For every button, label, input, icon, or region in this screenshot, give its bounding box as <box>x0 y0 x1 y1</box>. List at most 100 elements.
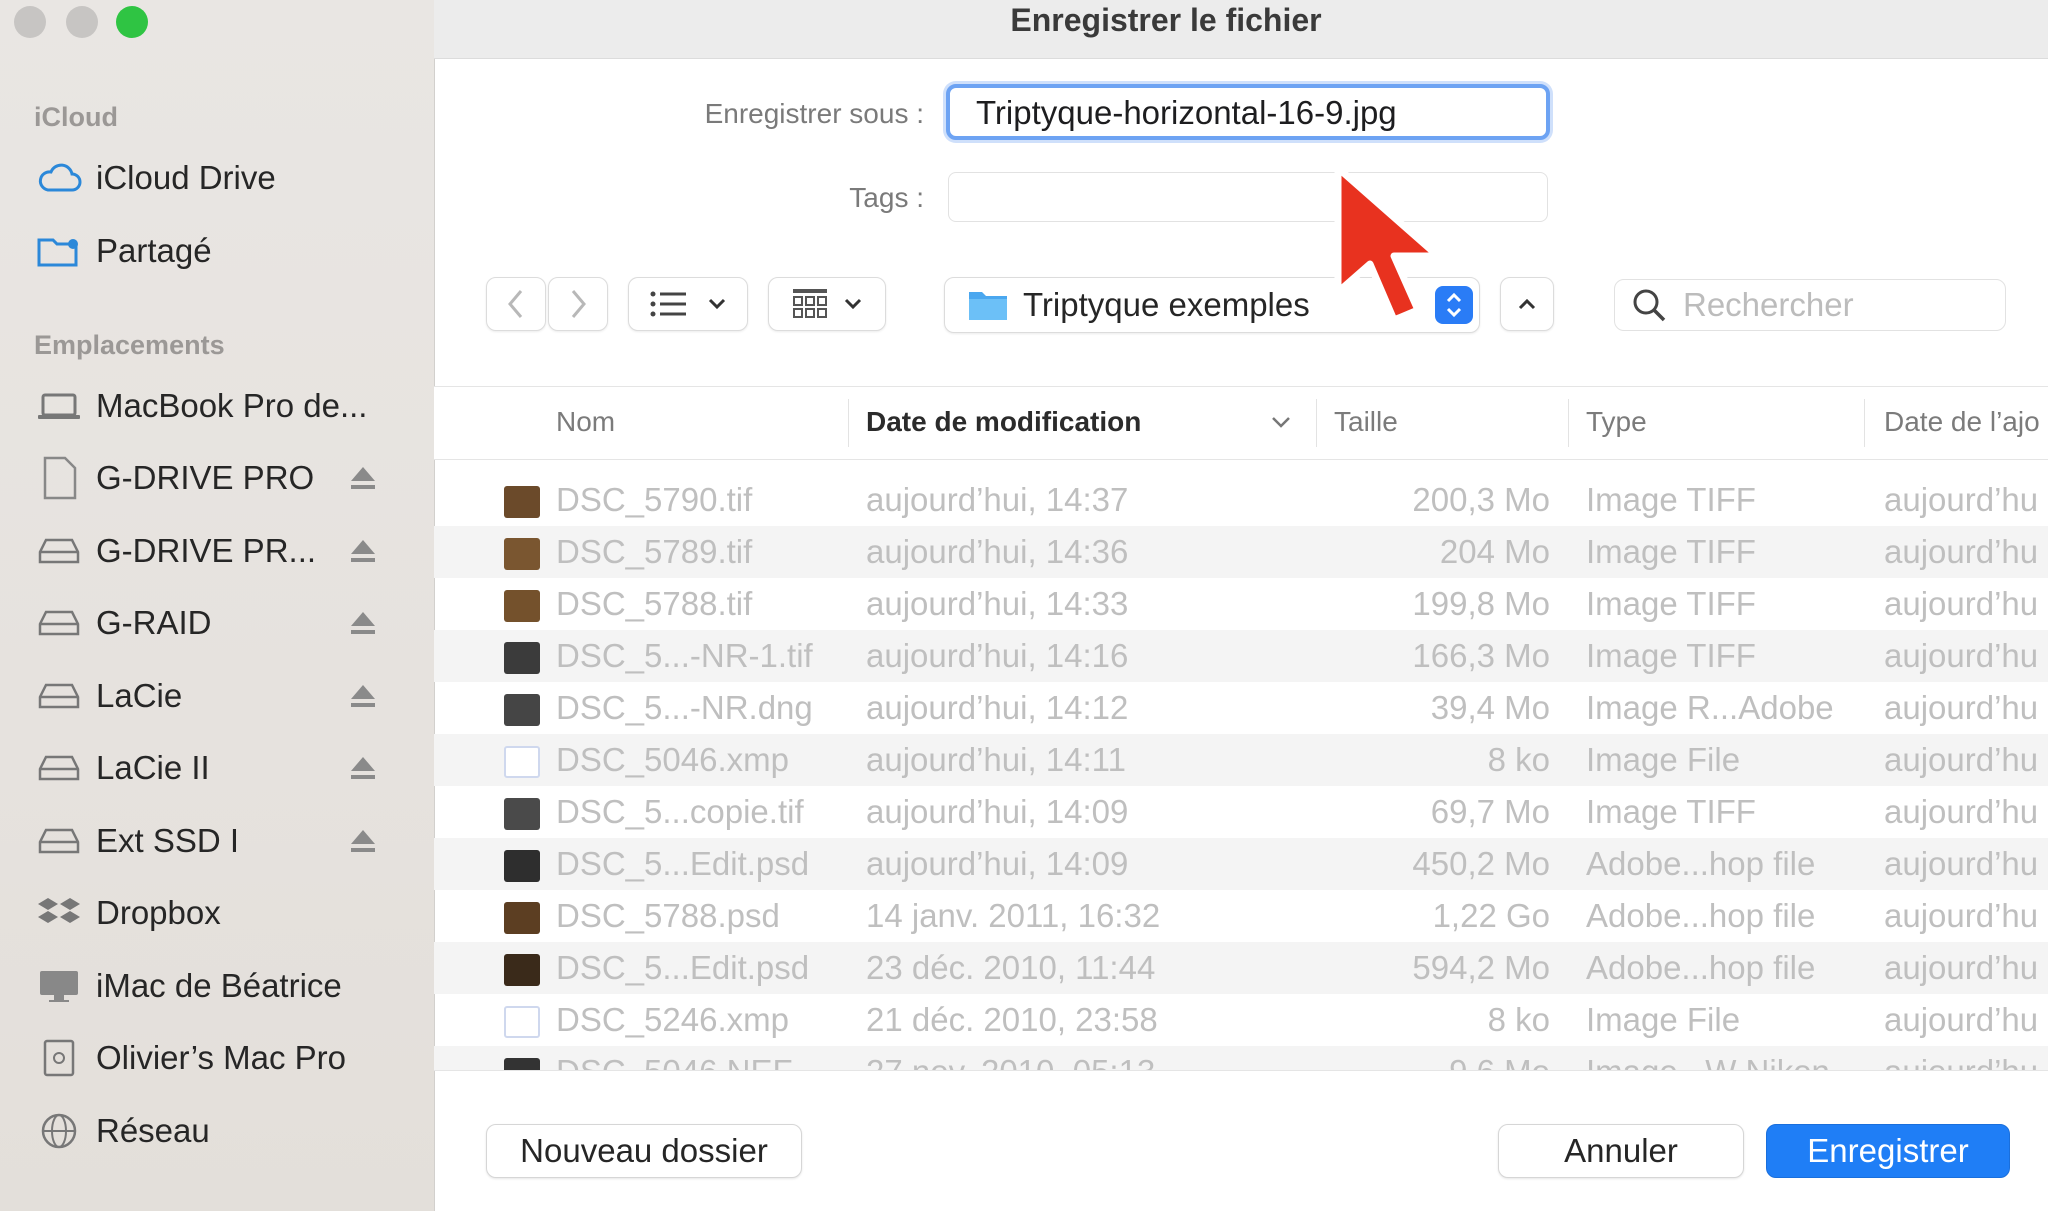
sidebar-section-emplacements: Emplacements <box>34 330 225 360</box>
file-name: DSC_5246.xmp <box>556 1001 789 1038</box>
column-header-date-modification[interactable]: Date de modification <box>866 387 1141 459</box>
column-divider[interactable] <box>1316 399 1317 447</box>
sidebar-item-icloud-drive[interactable]: iCloud Drive <box>34 153 394 203</box>
collapse-button[interactable] <box>1500 277 1554 331</box>
file-size: 199,8 Mo <box>1412 585 1550 622</box>
minimize-window-button[interactable] <box>66 6 98 38</box>
file-size: 9,6 Mo <box>1334 1046 1550 1070</box>
sidebar-item-g-drive-pr[interactable]: G-DRIVE PR... <box>34 526 394 576</box>
sidebar-item-label: Ext SSD I <box>96 822 240 859</box>
window-title: Enregistrer le fichier <box>1010 2 1322 38</box>
sidebar-item-label: G-RAID <box>96 604 212 641</box>
file-list[interactable]: DSC_5790.tif aujourd’hui, 14:37 200,3 Mo… <box>434 474 2048 1071</box>
file-type: Image File <box>1586 1001 1741 1038</box>
network-globe-icon <box>34 1111 84 1151</box>
table-row[interactable]: DSC_5...-NR.dng aujourd’hui, 14:12 39,4 … <box>434 682 2048 734</box>
file-added: aujourd’hu <box>1884 741 2039 778</box>
table-row[interactable]: DSC_5...-NR-1.tif aujourd’hui, 14:16 166… <box>434 630 2048 682</box>
drive-icon <box>34 821 84 861</box>
sidebar-item-dropbox[interactable]: Dropbox <box>34 888 394 938</box>
sidebar-item-label: LaCie II <box>96 749 210 786</box>
sidebar-item-lacie-ii[interactable]: LaCie II <box>34 743 394 793</box>
column-header-type[interactable]: Type <box>1586 387 1647 459</box>
file-date: aujourd’hui, 14:33 <box>866 585 1129 622</box>
file-name: DSC_5...copie.tif <box>556 793 804 830</box>
shared-folder-icon <box>34 231 84 271</box>
sidebar-item-lacie[interactable]: LaCie <box>34 671 394 721</box>
file-name: DSC_5788.tif <box>556 585 753 622</box>
file-name: DSC_5...Edit.psd <box>556 845 810 882</box>
eject-icon[interactable] <box>346 461 380 495</box>
grid-view-icon <box>793 289 827 318</box>
file-added: aujourd’hu <box>1884 949 2039 986</box>
table-row[interactable]: DSC_5...Edit.psd aujourd’hui, 14:09 450,… <box>434 838 2048 890</box>
sidebar-item-oliviers-mac-pro[interactable]: Olivier’s Mac Pro <box>34 1033 394 1083</box>
eject-icon[interactable] <box>346 824 380 858</box>
table-row[interactable]: DSC_5788.psd 14 janv. 2011, 16:32 1,22 G… <box>434 890 2048 942</box>
group-by-button[interactable] <box>768 277 886 331</box>
file-name: DSC_5046.xmp <box>556 741 789 778</box>
file-type: Image TIFF <box>1586 585 1756 622</box>
file-added: aujourd’hu <box>1884 845 2039 882</box>
sidebar-item-macbook-pro[interactable]: MacBook Pro de... <box>34 381 394 431</box>
table-row[interactable]: DSC_5790.tif aujourd’hui, 14:37 200,3 Mo… <box>434 474 2048 526</box>
list-view-button[interactable] <box>628 277 748 331</box>
table-row[interactable]: DSC_5...Edit.psd 23 déc. 2010, 11:44 594… <box>434 942 2048 994</box>
column-divider[interactable] <box>1864 399 1865 447</box>
file-thumbnail <box>504 538 540 570</box>
sidebar-item-ext-ssd-i[interactable]: Ext SSD I <box>34 816 394 866</box>
table-row[interactable]: DSC_5788.tif aujourd’hui, 14:33 199,8 Mo… <box>434 578 2048 630</box>
file-name: DSC_5...Edit.psd <box>556 949 810 986</box>
close-window-button[interactable] <box>14 6 46 38</box>
zoom-window-button[interactable] <box>116 6 148 38</box>
list-view-icon <box>650 291 686 317</box>
drive-icon <box>34 748 84 788</box>
file-type: Image TIFF <box>1586 637 1756 674</box>
save-as-input[interactable]: Triptyque-horizontal-16-9.jpg <box>946 84 1550 140</box>
sidebar-item-g-raid[interactable]: G-RAID <box>34 598 394 648</box>
file-thumbnail <box>504 590 540 622</box>
column-header-nom[interactable]: Nom <box>556 387 615 459</box>
file-added: aujourd’hu <box>1884 793 2039 830</box>
table-row[interactable]: DSC_5046.xmp aujourd’hui, 14:11 8 ko Ima… <box>434 734 2048 786</box>
column-header-taille[interactable]: Taille <box>1334 387 1398 459</box>
forward-button[interactable] <box>548 277 608 331</box>
eject-icon[interactable] <box>346 751 380 785</box>
table-header: Nom Date de modification Taille Type Dat… <box>434 386 2048 460</box>
laptop-icon <box>34 386 84 426</box>
sidebar-item-label: iCloud Drive <box>96 159 276 196</box>
table-row[interactable]: DSC_5...copie.tif aujourd’hui, 14:09 69,… <box>434 786 2048 838</box>
eject-icon[interactable] <box>346 606 380 640</box>
column-divider[interactable] <box>848 399 849 447</box>
sidebar-item-partage[interactable]: Partagé <box>34 226 394 276</box>
cancel-button[interactable]: Annuler <box>1498 1124 1744 1178</box>
save-button[interactable]: Enregistrer <box>1766 1124 2010 1178</box>
sidebar-section-icloud: iCloud <box>34 102 118 132</box>
sidebar-item-label: MacBook Pro de... <box>96 387 368 424</box>
sidebar-item-imac-beatrice[interactable]: iMac de Béatrice <box>34 961 394 1011</box>
file-size: 204 Mo <box>1439 533 1550 570</box>
document-icon <box>34 456 84 500</box>
table-row[interactable]: DSC_5789.tif aujourd’hui, 14:36 204 Mo I… <box>434 526 2048 578</box>
column-divider[interactable] <box>1568 399 1569 447</box>
table-row[interactable]: DSC_5246.xmp 21 déc. 2010, 23:58 8 ko Im… <box>434 994 2048 1046</box>
search-field[interactable] <box>1614 279 2006 331</box>
title-bar: Enregistrer le fichier <box>434 0 2048 59</box>
file-type: Image TIFF <box>1586 481 1756 518</box>
file-date: aujourd’hui, 14:09 <box>866 845 1129 882</box>
sidebar-item-reseau[interactable]: Réseau <box>34 1106 394 1156</box>
dropbox-icon <box>34 893 84 933</box>
file-thumbnail <box>504 902 540 934</box>
sidebar-item-g-drive-pro[interactable]: G-DRIVE PRO <box>34 453 394 503</box>
back-button[interactable] <box>486 277 546 331</box>
eject-icon[interactable] <box>346 679 380 713</box>
file-size: 39,4 Mo <box>1430 689 1550 726</box>
file-added: aujourd’hu <box>1884 637 2039 674</box>
file-type: Image TIFF <box>1586 793 1756 830</box>
eject-icon[interactable] <box>346 534 380 568</box>
file-name: DSC_5046.NEF <box>556 1046 793 1070</box>
new-folder-button[interactable]: Nouveau dossier <box>486 1124 802 1178</box>
search-input[interactable] <box>1681 285 1985 325</box>
column-header-date-ajout[interactable]: Date de l’ajo <box>1884 387 2040 459</box>
table-row[interactable]: DSC_5046.NEF 27 nov. 2010, 05:13 9,6 Mo … <box>434 1046 2048 1070</box>
